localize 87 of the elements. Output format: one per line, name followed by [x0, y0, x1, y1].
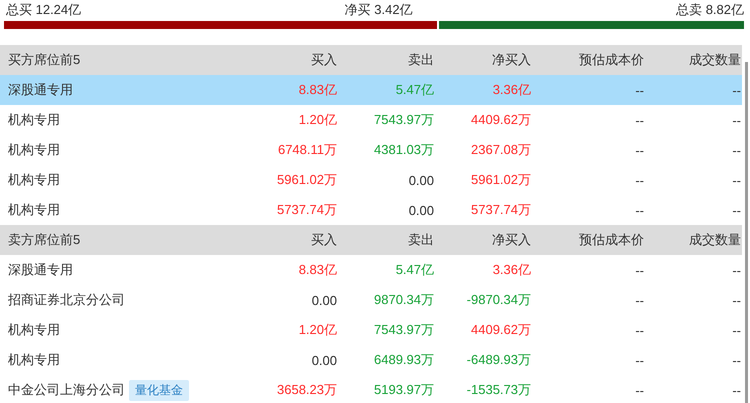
seat-name: 深股通专用 — [8, 81, 73, 99]
table-cell-text: -6489.93万 — [466, 351, 531, 369]
table-cell-text: -- — [731, 322, 741, 338]
table-row[interactable]: 机构专用 1.20亿 7543.97万 4409.62万 -- -- — [0, 315, 742, 345]
column-header: 成交数量 — [688, 231, 741, 249]
table-row[interactable]: 机构专用 0.00 6489.93万 -6489.93万 -- -- — [0, 345, 742, 375]
table-cell-text: -- — [634, 172, 644, 188]
seat-name: 机构专用 — [8, 201, 60, 219]
table-cell-text: 5961.02万 — [470, 171, 531, 189]
table-cell-text: 7543.97万 — [373, 321, 434, 339]
column-header: 买入 — [310, 51, 337, 69]
table-row[interactable]: 机构专用 1.20亿 7543.97万 4409.62万 -- -- — [0, 105, 742, 135]
seat-name: 机构专用 — [8, 321, 60, 339]
table-cell-text: -- — [731, 142, 741, 158]
scrollbar[interactable] — [745, 62, 748, 403]
seat-name: 中金公司上海分公司 — [8, 381, 125, 399]
table-row[interactable]: 中金公司上海分公司 量化基金 3658.23万 5193.97万 -1535.73万 -- -- — [0, 375, 742, 403]
column-header: 卖出 — [407, 51, 434, 69]
table-row[interactable]: 深股通专用 8.83亿 5.47亿 3.36亿 -- -- — [0, 255, 742, 285]
table-cell-text: 4381.03万 — [373, 141, 434, 159]
table-cell-text: 9870.34万 — [373, 291, 434, 309]
seat-name: 机构专用 — [8, 141, 60, 159]
column-header: 买方席位前5 — [7, 51, 82, 69]
table-cell-text: 0.00 — [310, 352, 337, 368]
table-cell-text: -- — [634, 112, 644, 128]
table-cell-text: -- — [634, 202, 644, 218]
table-row[interactable]: 招商证券北京分公司 0.00 9870.34万 -9870.34万 -- -- — [0, 285, 742, 315]
table-row[interactable]: 深股通专用 8.83亿 5.47亿 3.36亿 -- -- — [0, 75, 742, 105]
table-cell-text: 6748.11万 — [276, 141, 337, 159]
table-cell-text: -- — [731, 172, 741, 188]
table-cell-text: -- — [634, 382, 644, 398]
column-header: 预估成本价 — [578, 51, 644, 69]
table-cell-text: 5.47亿 — [394, 81, 434, 99]
table-cell-text: -- — [731, 82, 741, 98]
seat-name: 机构专用 — [8, 171, 60, 189]
table-cell-text: 5193.97万 — [373, 381, 434, 399]
table-cell-text: -- — [731, 292, 741, 308]
column-header: 卖方席位前5 — [7, 231, 82, 249]
tag: 量化基金 — [129, 380, 189, 400]
total-sell-label: 总卖 8.82亿 — [676, 2, 744, 18]
table-cell-text: -- — [731, 202, 741, 218]
table-cell-text: 4409.62万 — [470, 111, 531, 129]
table-cell-text: -- — [634, 292, 644, 308]
table-cell-text: -- — [634, 82, 644, 98]
table-cell-text: -- — [731, 262, 741, 278]
table-cell-text: 3658.23万 — [276, 381, 337, 399]
column-header: 净买入 — [491, 51, 531, 69]
table-cell-text: -- — [634, 262, 644, 278]
table-cell-text: -- — [634, 322, 644, 338]
seat-name: 机构专用 — [8, 351, 60, 369]
table-row[interactable]: 机构专用 6748.11万 4381.03万 2367.08万 -- -- — [0, 135, 742, 165]
total-buy-label: 总买 12.24亿 — [6, 2, 82, 18]
net-buy-label: 净买 3.42亿 — [344, 2, 413, 18]
column-header: 净买入 — [491, 231, 531, 249]
seat-name: 深股通专用 — [8, 261, 73, 279]
table-cell-text: -- — [731, 352, 741, 368]
table-cell-text: -9870.34万 — [466, 291, 531, 309]
table-cell-text: -- — [634, 142, 644, 158]
column-header: 预估成本价 — [578, 231, 644, 249]
table-cell-text: 1.20亿 — [298, 321, 337, 339]
table-cell-text: 5737.74万 — [276, 201, 337, 219]
table-row[interactable]: 机构专用 5961.02万 0.00 5961.02万 -- -- — [0, 165, 742, 195]
table-cell-text: 8.83亿 — [298, 81, 337, 99]
table-cell-text: 1.20亿 — [298, 111, 337, 129]
seat-name: 机构专用 — [8, 111, 60, 129]
table-cell-text: 2367.08万 — [470, 141, 531, 159]
table-cell-text: 3.36亿 — [492, 81, 531, 99]
table-cell-text: 6489.93万 — [373, 351, 434, 369]
table-cell-text: 0.00 — [408, 202, 434, 218]
table-cell-text: -- — [731, 112, 741, 128]
column-header: 卖出 — [407, 231, 434, 249]
table-cell-text: 5961.02万 — [276, 171, 337, 189]
table-cell-text: 8.83亿 — [298, 261, 337, 279]
table-cell-text: 0.00 — [408, 172, 434, 188]
table-cell-text: 7543.97万 — [373, 111, 434, 129]
table-cell-text: -- — [634, 352, 644, 368]
column-header: 成交数量 — [688, 51, 741, 69]
column-header: 买入 — [310, 231, 337, 249]
table-cell-text: 5.47亿 — [394, 261, 434, 279]
table-cell-text: -- — [731, 382, 741, 398]
table-cell-text: 5737.74万 — [470, 201, 531, 219]
table-cell-text: -1535.73万 — [466, 381, 531, 399]
table-cell-text: 4409.62万 — [470, 321, 531, 339]
seat-name: 招商证券北京分公司 — [8, 291, 125, 309]
table-row[interactable]: 机构专用 5737.74万 0.00 5737.74万 -- -- — [0, 195, 742, 225]
table-cell-text: 0.00 — [310, 292, 337, 308]
table-cell-text: 3.36亿 — [492, 261, 531, 279]
